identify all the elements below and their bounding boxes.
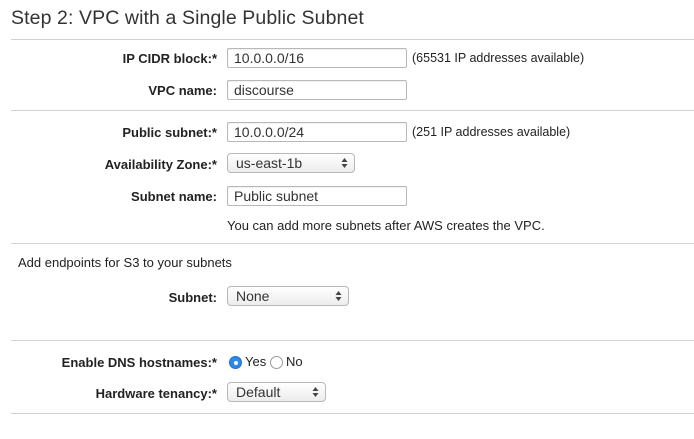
subnet-name-input[interactable]: Public subnet [227, 186, 407, 206]
az-label: Availability Zone:* [104, 157, 217, 172]
tenancy-value: Default [236, 384, 281, 400]
vpc-name-label: VPC name: [148, 83, 217, 98]
subnet-hint: You can add more subnets after AWS creat… [227, 218, 545, 233]
tenancy-select[interactable]: Default [227, 382, 326, 402]
endpoints-heading: Add endpoints for S3 to your subnets [18, 255, 232, 270]
az-select-value: us-east-1b [236, 155, 303, 171]
endpoint-subnet-label: Subnet: [168, 290, 217, 305]
subnet-name-label: Subnet name: [131, 189, 217, 204]
public-subnet-input[interactable]: 10.0.0.0/24 [227, 122, 407, 142]
dns-yes-radio[interactable] [229, 356, 242, 369]
updown-arrows-icon [341, 158, 348, 168]
dns-no-radio[interactable] [270, 356, 283, 369]
cidr-note: (65531 IP addresses available) [412, 51, 585, 65]
cidr-input[interactable]: 10.0.0.0/16 [227, 48, 407, 68]
endpoint-subnet-select[interactable]: None [227, 286, 349, 306]
vpc-name-input[interactable]: discourse [227, 80, 407, 100]
tenancy-label: Hardware tenancy:* [95, 386, 217, 401]
section-divider-3 [11, 340, 694, 341]
public-subnet-note: (251 IP addresses available) [412, 125, 571, 139]
section-divider-2 [11, 243, 694, 244]
updown-arrows-icon [335, 291, 342, 301]
az-select[interactable]: us-east-1b [227, 153, 355, 173]
section-divider-4 [11, 413, 694, 414]
section-divider-1 [11, 110, 694, 111]
dns-label: Enable DNS hostnames:* [61, 355, 217, 370]
title-divider [11, 39, 694, 40]
endpoint-subnet-value: None [236, 288, 270, 304]
dns-no-label[interactable]: No [286, 354, 303, 369]
updown-arrows-icon [312, 387, 319, 397]
dns-yes-label[interactable]: Yes [245, 354, 266, 369]
public-subnet-label: Public subnet:* [122, 125, 217, 140]
page-title: Step 2: VPC with a Single Public Subnet [11, 7, 364, 29]
cidr-label: IP CIDR block:* [122, 51, 217, 66]
